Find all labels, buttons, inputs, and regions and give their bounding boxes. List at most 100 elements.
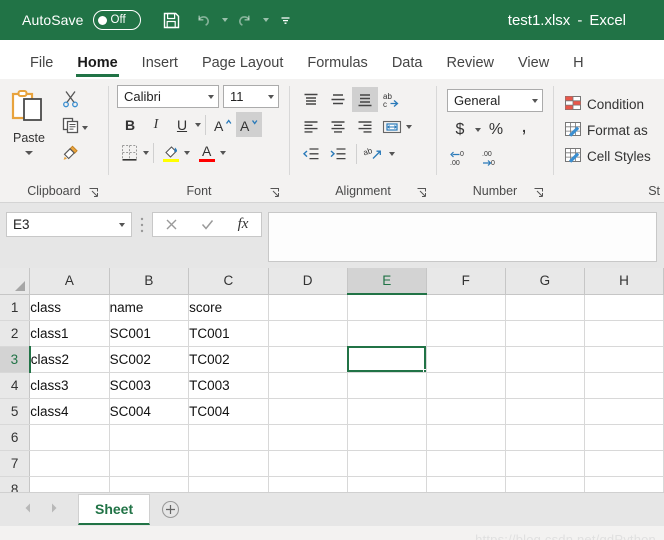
row-header-3[interactable]: 3 [0, 346, 31, 373]
autosave-toggle[interactable]: Off [92, 10, 141, 30]
cell-e2[interactable] [347, 320, 427, 347]
cell-d7[interactable] [268, 450, 348, 477]
cell-g4[interactable] [505, 372, 585, 399]
align-bottom-button[interactable] [352, 87, 378, 112]
merge-and-center-button[interactable] [379, 114, 405, 139]
tab-page-layout[interactable]: Page Layout [190, 55, 295, 80]
cell-b6[interactable] [109, 424, 190, 451]
row-header-4[interactable]: 4 [0, 372, 31, 399]
decrease-font-size-button[interactable]: A [236, 112, 262, 137]
formula-input[interactable] [268, 212, 657, 262]
column-header-e[interactable]: E [347, 268, 427, 295]
tab-view[interactable]: View [506, 55, 561, 80]
formula-bar-handle[interactable] [132, 212, 152, 237]
copy-button[interactable] [61, 116, 80, 140]
cell-e8[interactable] [347, 476, 427, 492]
tab-home[interactable]: Home [65, 55, 129, 80]
cell-e3[interactable] [347, 346, 427, 373]
cell-b7[interactable] [109, 450, 190, 477]
cell-a5[interactable]: class4 [29, 398, 110, 425]
cell-g7[interactable] [505, 450, 585, 477]
cell-d4[interactable] [268, 372, 348, 399]
font-dialog-launcher-icon[interactable] [269, 186, 281, 198]
font-color-dropdown-caret-icon[interactable] [220, 150, 226, 155]
cell-e7[interactable] [347, 450, 427, 477]
underline-button[interactable]: U [169, 112, 195, 137]
column-header-h[interactable]: H [584, 268, 664, 295]
cell-a3[interactable]: class2 [29, 346, 110, 373]
row-header-8[interactable]: 8 [0, 476, 31, 492]
cell-h2[interactable] [584, 320, 664, 347]
merge-dropdown-caret-icon[interactable] [406, 124, 412, 129]
cell-f8[interactable] [426, 476, 506, 492]
column-header-g[interactable]: G [505, 268, 585, 295]
copy-dropdown-caret-icon[interactable] [82, 126, 88, 130]
fill-color-dropdown-caret-icon[interactable] [184, 150, 190, 155]
number-format-caret-icon[interactable] [532, 98, 538, 103]
cell-d5[interactable] [268, 398, 348, 425]
add-sheet-icon[interactable] [150, 500, 190, 519]
align-right-button[interactable] [352, 114, 378, 139]
tab-help[interactable]: H [561, 55, 595, 80]
cell-b2[interactable]: SC001 [109, 320, 190, 347]
redo-dropdown-caret-icon[interactable] [262, 18, 269, 22]
cell-g6[interactable] [505, 424, 585, 451]
currency-button[interactable]: $ [447, 117, 473, 142]
row-header-1[interactable]: 1 [0, 294, 31, 321]
undo-icon[interactable] [189, 6, 219, 34]
cell-c5[interactable]: TC004 [188, 398, 269, 425]
column-header-c[interactable]: C [188, 268, 269, 295]
align-center-button[interactable] [325, 114, 351, 139]
undo-dropdown-caret-icon[interactable] [221, 18, 228, 22]
redo-icon[interactable] [230, 6, 260, 34]
cell-g1[interactable] [505, 294, 585, 321]
cell-a7[interactable] [29, 450, 110, 477]
alignment-dialog-launcher-icon[interactable] [416, 186, 428, 198]
cell-b3[interactable]: SC002 [109, 346, 190, 373]
tab-formulas[interactable]: Formulas [295, 55, 379, 80]
cell-f2[interactable] [426, 320, 506, 347]
font-size-combobox[interactable]: 11 [223, 85, 279, 108]
number-format-combobox[interactable]: General [447, 89, 543, 112]
tab-review[interactable]: Review [434, 55, 506, 80]
cell-g3[interactable] [505, 346, 585, 373]
row-header-5[interactable]: 5 [0, 398, 31, 425]
row-header-7[interactable]: 7 [0, 450, 31, 477]
cell-h8[interactable] [584, 476, 664, 492]
format-painter-button[interactable] [61, 143, 80, 167]
select-all-corner[interactable] [0, 268, 31, 295]
cell-h7[interactable] [584, 450, 664, 477]
column-header-f[interactable]: F [426, 268, 506, 295]
tab-data[interactable]: Data [380, 55, 435, 80]
cancel-icon[interactable] [153, 213, 189, 236]
column-header-b[interactable]: B [109, 268, 190, 295]
name-box-caret-icon[interactable] [119, 222, 125, 227]
cell-c3[interactable]: TC002 [188, 346, 269, 373]
cell-h3[interactable] [584, 346, 664, 373]
decrease-indent-button[interactable] [298, 141, 324, 166]
font-name-combobox[interactable]: Calibri [117, 85, 219, 108]
save-icon[interactable] [157, 6, 187, 34]
cell-c2[interactable]: TC001 [188, 320, 269, 347]
sheet-tab-sheet[interactable]: Sheet [78, 494, 151, 525]
cell-h1[interactable] [584, 294, 664, 321]
align-middle-button[interactable] [325, 87, 351, 112]
cell-f7[interactable] [426, 450, 506, 477]
cell-c4[interactable]: TC003 [188, 372, 269, 399]
cut-button[interactable] [61, 89, 80, 113]
percent-button[interactable]: % [483, 117, 509, 142]
conditional-formatting-button[interactable]: Condition [564, 91, 664, 117]
increase-indent-button[interactable] [325, 141, 351, 166]
cell-c8[interactable] [188, 476, 269, 492]
cell-a2[interactable]: class1 [29, 320, 110, 347]
bold-button[interactable]: B [117, 112, 143, 137]
column-header-d[interactable]: D [268, 268, 348, 295]
align-top-button[interactable] [298, 87, 324, 112]
column-header-a[interactable]: A [29, 268, 110, 295]
cell-a4[interactable]: class3 [29, 372, 110, 399]
cell-c1[interactable]: score [188, 294, 269, 321]
borders-button[interactable] [117, 140, 143, 165]
cell-g2[interactable] [505, 320, 585, 347]
align-left-button[interactable] [298, 114, 324, 139]
cell-f1[interactable] [426, 294, 506, 321]
